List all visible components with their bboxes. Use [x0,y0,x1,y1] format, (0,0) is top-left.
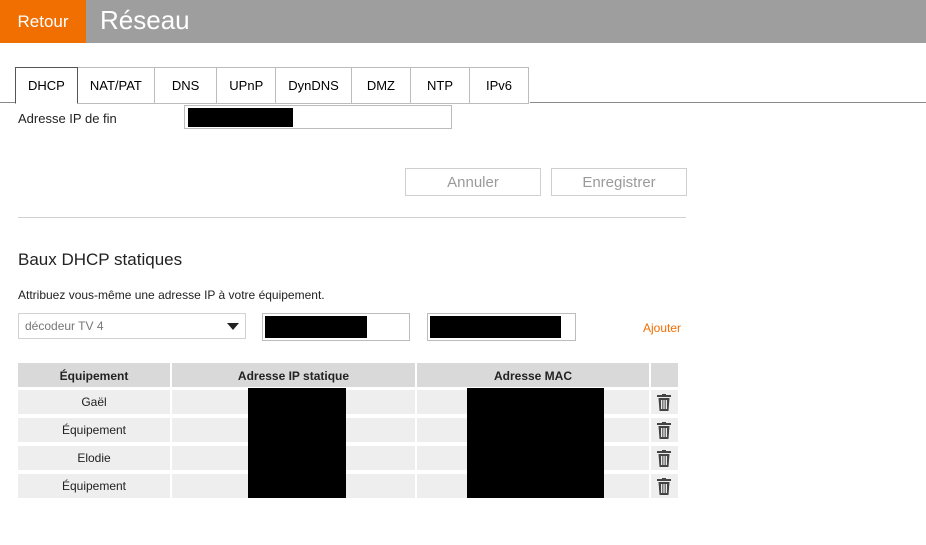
tab-upnp[interactable]: UPnP [217,67,277,104]
tab-ipv6[interactable]: IPv6 [470,67,530,104]
tab-bar: DHCP NAT/PAT DNS UPnP DynDNS DMZ NTP IPv… [15,67,530,104]
back-button[interactable]: Retour [0,0,86,43]
tab-dyndns[interactable]: DynDNS [276,67,352,104]
trash-icon[interactable] [657,450,671,467]
column-header-mac: Adresse MAC [417,363,649,387]
trash-icon[interactable] [657,394,671,411]
device-select-value: décodeur TV 4 [25,319,104,333]
table-row-device: Équipement [18,474,170,498]
tab-dns[interactable]: DNS [154,67,218,104]
redacted-ip-column [248,388,346,498]
tab-nat-pat[interactable]: NAT/PAT [77,67,155,104]
redacted-value [188,108,293,127]
table-row-device: Gaël [18,390,170,414]
column-header-device: Équipement [18,363,170,387]
table-row-device: Équipement [18,418,170,442]
chevron-down-icon [227,323,239,330]
static-leases-description: Attribuez vous-même une adresse IP à vot… [18,288,325,302]
redacted-value [265,316,367,338]
tab-divider-left [0,102,15,103]
static-leases-title: Baux DHCP statiques [18,250,183,269]
device-select[interactable]: décodeur TV 4 [18,313,246,339]
section-divider [18,217,686,218]
column-header-static-ip: Adresse IP statique [172,363,415,387]
redacted-mac-column [467,388,604,498]
trash-icon[interactable] [657,422,671,439]
table-row-device: Elodie [18,446,170,470]
column-header-actions [651,363,678,387]
top-bar: Retour Réseau [0,0,926,43]
add-link[interactable]: Ajouter [643,321,681,335]
static-ip-input[interactable] [262,313,410,341]
tab-dhcp[interactable]: DHCP [15,67,78,104]
cancel-button[interactable]: Annuler [405,168,541,196]
mac-address-input[interactable] [427,313,576,341]
end-ip-label: Adresse IP de fin [18,111,117,126]
tab-divider [530,102,926,103]
page-title: Réseau [100,5,190,35]
trash-icon[interactable] [657,478,671,495]
tab-ntp[interactable]: NTP [411,67,471,104]
save-button[interactable]: Enregistrer [551,168,687,196]
tab-dmz[interactable]: DMZ [351,67,412,104]
end-ip-input[interactable] [184,105,452,129]
redacted-value [430,316,561,338]
